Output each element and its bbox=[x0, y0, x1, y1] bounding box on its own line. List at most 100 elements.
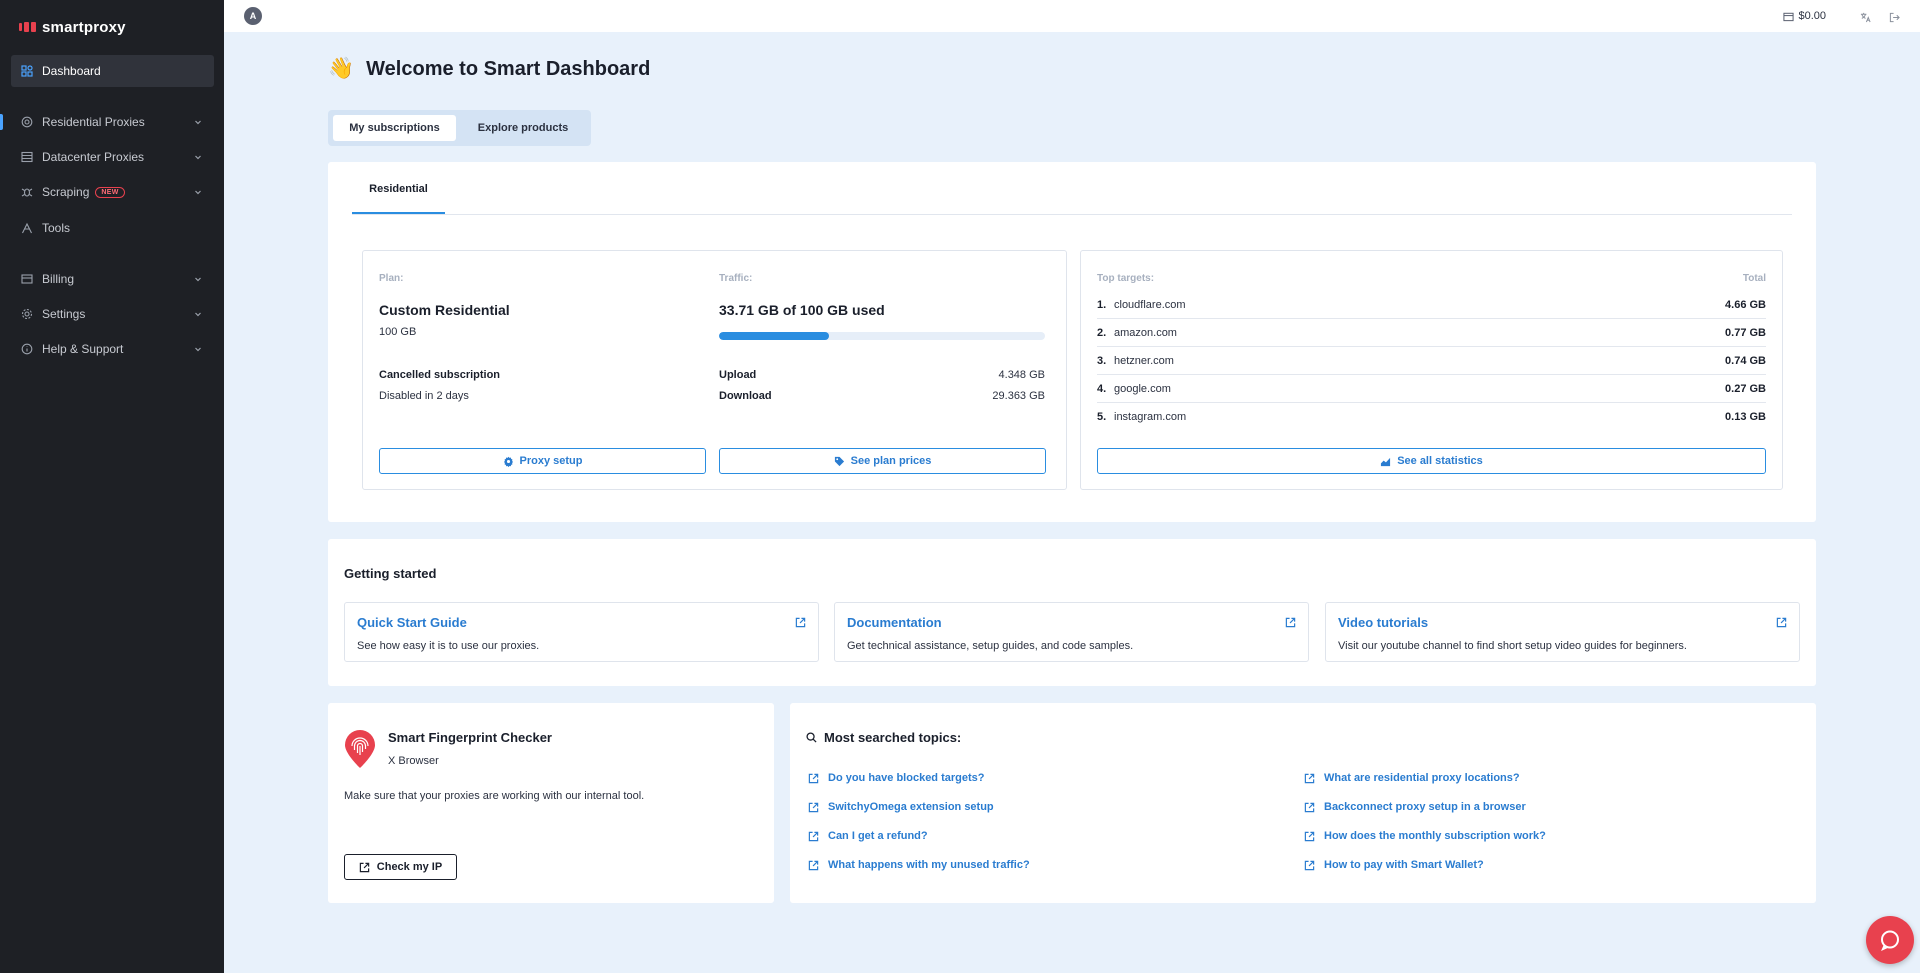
fingerprint-title: Smart Fingerprint Checker bbox=[388, 730, 552, 745]
chevron-down-icon bbox=[195, 155, 201, 160]
subscription-status-title: Cancelled subscription bbox=[379, 369, 501, 381]
main-tabs: My subscriptions Explore products bbox=[328, 110, 591, 146]
getting-started-card: Getting started Quick Start Guide See ho… bbox=[328, 539, 1816, 686]
gear-icon bbox=[503, 456, 513, 467]
target-rank: 5. bbox=[1097, 411, 1107, 423]
sidebar-item-label: Scraping bbox=[42, 185, 90, 199]
target-domain: instagram.com bbox=[1114, 411, 1187, 423]
sidebar-item-label: Tools bbox=[42, 221, 71, 235]
chart-icon bbox=[1381, 457, 1391, 466]
smartproxy-logo[interactable]: smartproxy bbox=[19, 18, 126, 36]
topics-header: Most searched topics: bbox=[806, 730, 961, 745]
fingerprint-icon bbox=[345, 730, 375, 768]
subscription-card: Residential Plan: Custom Residential 100… bbox=[328, 162, 1816, 522]
sidebar-item-settings[interactable]: Settings bbox=[11, 298, 214, 330]
logout-icon[interactable] bbox=[1889, 10, 1901, 23]
target-rank: 1. bbox=[1097, 299, 1107, 311]
external-link-icon bbox=[1304, 860, 1315, 870]
wallet-balance[interactable]: $0.00 bbox=[1783, 10, 1826, 22]
traffic-label: Traffic: bbox=[719, 273, 753, 284]
target-domain: cloudflare.com bbox=[1114, 299, 1186, 311]
target-traffic: 4.66 GB bbox=[1725, 299, 1766, 311]
see-all-statistics-button[interactable]: See all statistics bbox=[1097, 448, 1766, 474]
external-link-icon bbox=[1304, 773, 1315, 783]
topic-link[interactable]: Do you have blocked targets? bbox=[808, 772, 984, 784]
sidebar-item-billing[interactable]: Billing bbox=[11, 263, 214, 295]
tag-icon bbox=[834, 456, 844, 466]
target-traffic: 0.74 GB bbox=[1725, 355, 1766, 367]
topics-title: Most searched topics: bbox=[824, 730, 962, 745]
tools-icon bbox=[21, 222, 33, 234]
target-domain: google.com bbox=[1114, 383, 1171, 395]
target-rank: 4. bbox=[1097, 383, 1107, 395]
sidebar-item-help-support[interactable]: Help & Support bbox=[11, 333, 214, 365]
tab-my-subscriptions[interactable]: My subscriptions bbox=[333, 115, 456, 141]
check-my-ip-button[interactable]: Check my IP bbox=[344, 854, 457, 880]
external-link-icon bbox=[808, 860, 819, 870]
download-label: Download bbox=[719, 390, 772, 402]
sidebar: smartproxy Dashboard Residential Proxies… bbox=[0, 0, 224, 973]
subscription-status-text: Disabled in 2 days bbox=[379, 390, 469, 402]
sidebar-item-tools[interactable]: Tools bbox=[11, 212, 214, 244]
card-title: Quick Start Guide bbox=[357, 615, 467, 630]
target-row: 4. google.com 0.27 GB bbox=[1097, 375, 1766, 403]
chevron-down-icon bbox=[195, 347, 201, 352]
topic-label: What are residential proxy locations? bbox=[1324, 772, 1520, 784]
upload-label: Upload bbox=[719, 369, 757, 381]
sidebar-item-label: Dashboard bbox=[42, 64, 101, 78]
chevron-down-icon bbox=[195, 277, 201, 282]
sidebar-item-label: Residential Proxies bbox=[42, 115, 145, 129]
chevron-down-icon bbox=[195, 190, 201, 195]
topic-link[interactable]: SwitchyOmega extension setup bbox=[808, 801, 994, 813]
topbar: A $0.00 bbox=[224, 0, 1920, 32]
fingerprint-subtitle: X Browser bbox=[388, 755, 439, 767]
video-tutorials-link[interactable]: Video tutorials Visit our youtube channe… bbox=[1325, 602, 1800, 662]
sidebar-item-datacenter-proxies[interactable]: Datacenter Proxies bbox=[11, 141, 214, 173]
target-row: 2. amazon.com 0.77 GB bbox=[1097, 319, 1766, 347]
topic-link[interactable]: How to pay with Smart Wallet? bbox=[1304, 859, 1484, 871]
dashboard-icon bbox=[21, 65, 33, 77]
logo-text: smartproxy bbox=[42, 18, 126, 36]
sidebar-item-residential-proxies[interactable]: Residential Proxies bbox=[11, 106, 214, 138]
page-title: Welcome to Smart Dashboard bbox=[366, 57, 651, 80]
tab-residential[interactable]: Residential bbox=[352, 182, 445, 210]
topic-link[interactable]: Backconnect proxy setup in a browser bbox=[1304, 801, 1526, 813]
waving-hand-icon: 👋 bbox=[328, 57, 355, 80]
card-title: Video tutorials bbox=[1338, 615, 1429, 630]
topic-link[interactable]: Can I get a refund? bbox=[808, 830, 928, 842]
active-indicator bbox=[0, 114, 3, 130]
chevron-down-icon bbox=[195, 120, 201, 125]
sidebar-item-scraping[interactable]: Scraping NEW bbox=[11, 176, 214, 208]
see-plan-prices-button[interactable]: See plan prices bbox=[719, 448, 1046, 474]
sidebar-item-dashboard[interactable]: Dashboard bbox=[11, 55, 214, 87]
documentation-link[interactable]: Documentation Get technical assistance, … bbox=[834, 602, 1309, 662]
billing-icon bbox=[21, 273, 33, 285]
sidebar-item-label: Settings bbox=[42, 307, 86, 321]
wallet-icon bbox=[1783, 12, 1795, 21]
traffic-used: 33.71 GB of 100 GB used bbox=[719, 302, 885, 318]
topic-label: SwitchyOmega extension setup bbox=[828, 801, 994, 813]
residential-icon bbox=[21, 116, 33, 128]
proxy-setup-label: Proxy setup bbox=[519, 455, 583, 467]
chevron-down-icon bbox=[195, 312, 201, 317]
chat-launcher-button[interactable] bbox=[1866, 916, 1914, 964]
topic-link[interactable]: How does the monthly subscription work? bbox=[1304, 830, 1546, 842]
topic-link[interactable]: What are residential proxy locations? bbox=[1304, 772, 1520, 784]
divider bbox=[352, 214, 1792, 215]
card-description: Visit our youtube channel to find short … bbox=[1338, 640, 1687, 652]
target-domain: amazon.com bbox=[1114, 327, 1177, 339]
fingerprint-description: Make sure that your proxies are working … bbox=[344, 790, 645, 802]
proxy-setup-button[interactable]: Proxy setup bbox=[379, 448, 706, 474]
tab-explore-products[interactable]: Explore products bbox=[460, 115, 586, 141]
sidebar-item-label: Billing bbox=[42, 272, 75, 286]
topic-link[interactable]: What happens with my unused traffic? bbox=[808, 859, 1030, 871]
target-traffic: 0.27 GB bbox=[1725, 383, 1766, 395]
avatar[interactable]: A bbox=[244, 7, 262, 25]
see-plan-prices-label: See plan prices bbox=[850, 455, 932, 467]
target-row: 1. cloudflare.com 4.66 GB bbox=[1097, 291, 1766, 319]
target-traffic: 0.13 GB bbox=[1725, 411, 1766, 423]
sidebar-item-label: Help & Support bbox=[42, 342, 124, 356]
quick-start-guide-link[interactable]: Quick Start Guide See how easy it is to … bbox=[344, 602, 819, 662]
translate-icon[interactable] bbox=[1860, 10, 1872, 23]
logo-mark-icon bbox=[19, 22, 36, 32]
